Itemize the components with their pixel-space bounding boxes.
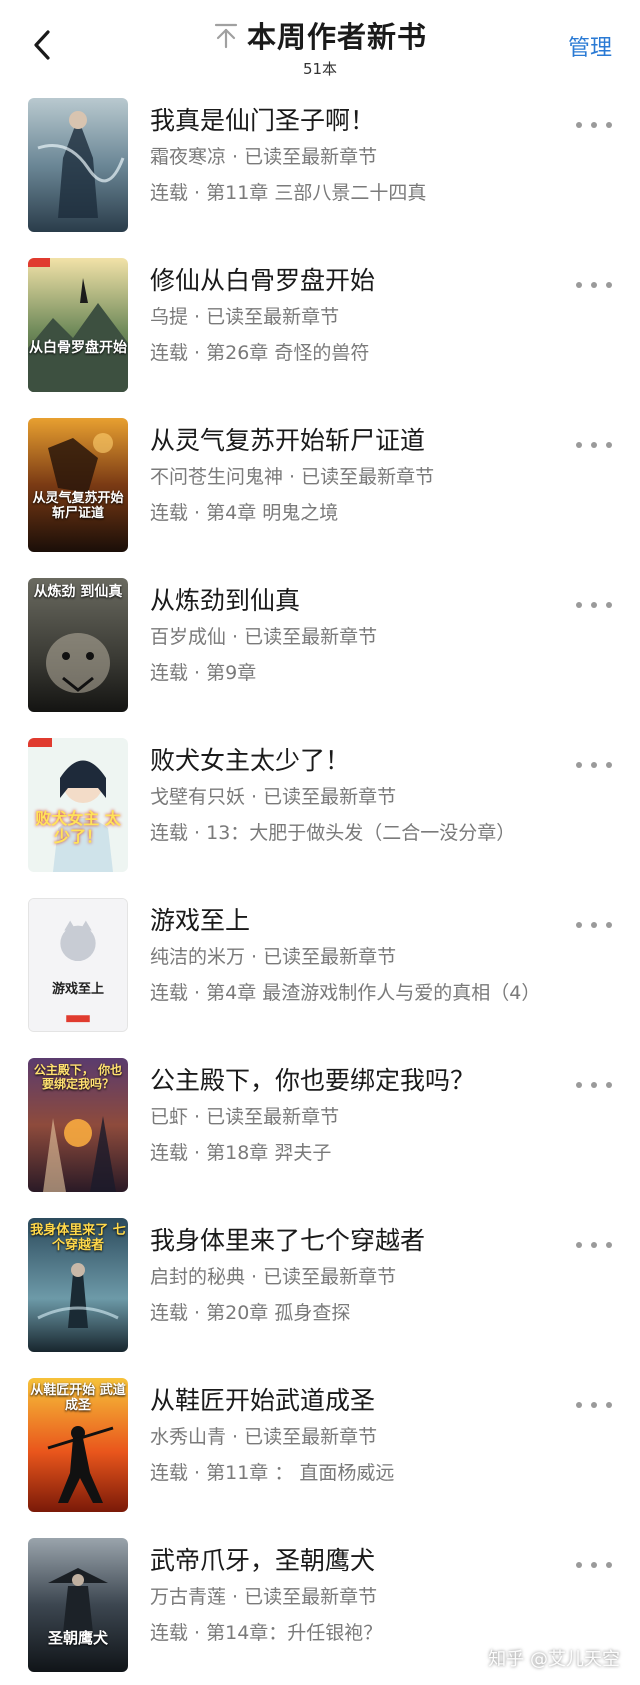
book-meta: 霜夜寒凉 · 已读至最新章节: [150, 146, 378, 168]
book-item[interactable]: 游戏至上 游戏至上 纯洁的米万 · 已读至最新章节 连载 · 第4章 最渣游戏制…: [0, 890, 640, 1050]
book-item[interactable]: 从白骨罗盘开始 修仙从白骨罗盘开始 乌提 · 已读至最新章节 连载 · 第26章…: [0, 250, 640, 410]
book-cover[interactable]: 游戏至上: [28, 898, 128, 1032]
title-block: 本周作者新书 51本: [0, 14, 640, 79]
cover-title: 败犬女主 太少了！: [35, 809, 121, 847]
book-list: 我真是仙门圣子啊！ 霜夜寒凉 · 已读至最新章节 连载 · 第11章 三部八景二…: [0, 90, 640, 1685]
book-cover[interactable]: [28, 98, 128, 232]
more-icon[interactable]: [576, 118, 612, 132]
book-chapter: 连载 · 第4章 最渣游戏制作人与爱的真相（4）: [150, 982, 541, 1004]
cover-title: 从白骨罗盘开始: [29, 340, 127, 356]
book-title: 从鞋匠开始武道成圣: [150, 1386, 376, 1415]
book-info: 从炼劲到仙真 百岁成仙 · 已读至最新章节 连载 · 第9章: [150, 584, 570, 686]
more-icon[interactable]: [576, 1238, 612, 1252]
book-meta: 乌提 · 已读至最新章节: [150, 306, 340, 328]
book-cover[interactable]: 从炼劲 到仙真: [28, 578, 128, 712]
cover-image: [28, 1538, 128, 1672]
book-info: 修仙从白骨罗盘开始 乌提 · 已读至最新章节 连载 · 第26章 奇怪的兽符: [150, 264, 570, 366]
book-meta: 万古青莲 · 已读至最新章节: [150, 1586, 378, 1608]
cover-image: [28, 258, 128, 392]
book-item[interactable]: 我真是仙门圣子啊！ 霜夜寒凉 · 已读至最新章节 连载 · 第11章 三部八景二…: [0, 90, 640, 250]
book-meta: 百岁成仙 · 已读至最新章节: [150, 626, 378, 648]
book-meta: 启封的秘典 · 已读至最新章节: [150, 1266, 397, 1288]
book-info: 公主殿下，你也要绑定我吗？ 已虾 · 已读至最新章节 连载 · 第18章 羿夫子: [150, 1064, 570, 1166]
book-meta: 已虾 · 已读至最新章节: [150, 1106, 340, 1128]
book-item[interactable]: 公主殿下， 你也要绑定我吗？ 公主殿下，你也要绑定我吗？ 已虾 · 已读至最新章…: [0, 1050, 640, 1210]
book-item[interactable]: 败犬女主 太少了！ 败犬女主太少了！ 戈壁有只妖 · 已读至最新章节 连载 · …: [0, 730, 640, 890]
book-count: 51本: [302, 60, 338, 78]
book-chapter: 连载 · 第20章 孤身查探: [150, 1302, 351, 1324]
book-item[interactable]: 从灵气复苏开始 斩尸证道 从灵气复苏开始斩尸证道 不问苍生问鬼神 · 已读至最新…: [0, 410, 640, 570]
book-cover[interactable]: 败犬女主 太少了！: [28, 738, 128, 872]
book-info: 我真是仙门圣子啊！ 霜夜寒凉 · 已读至最新章节 连载 · 第11章 三部八景二…: [150, 104, 570, 206]
cover-image: [28, 418, 128, 552]
book-chapter: 连载 · 第11章 ： 直面杨威远: [150, 1462, 395, 1484]
more-icon[interactable]: [576, 438, 612, 452]
book-title: 我身体里来了七个穿越者: [150, 1226, 426, 1255]
book-info: 从鞋匠开始武道成圣 水秀山青 · 已读至最新章节 连载 · 第11章 ： 直面杨…: [150, 1384, 570, 1486]
cover-title: 从炼劲 到仙真: [33, 584, 123, 600]
book-cover[interactable]: 我身体里来了 七个穿越者: [28, 1218, 128, 1352]
page-title: 本周作者新书: [246, 20, 427, 54]
book-chapter: 连载 · 第4章 明鬼之境: [150, 502, 339, 524]
cover-title: 圣朝鹰犬: [47, 1629, 108, 1647]
book-info: 游戏至上 纯洁的米万 · 已读至最新章节 连载 · 第4章 最渣游戏制作人与爱的…: [150, 904, 570, 1006]
book-info: 败犬女主太少了！ 戈壁有只妖 · 已读至最新章节 连载 · 13：大肥于做头发（…: [150, 744, 570, 846]
book-chapter: 连载 · 第11章 三部八景二十四真: [150, 182, 427, 204]
more-icon[interactable]: [576, 278, 612, 292]
cover-title: 从鞋匠开始 武道成圣: [30, 1383, 126, 1413]
book-item[interactable]: 我身体里来了 七个穿越者 我身体里来了七个穿越者 启封的秘典 · 已读至最新章节…: [0, 1210, 640, 1370]
watermark: 知乎 @艾儿天空: [488, 1649, 620, 1670]
book-cover[interactable]: 圣朝鹰犬: [28, 1538, 128, 1672]
more-icon[interactable]: [576, 1558, 612, 1572]
manage-button[interactable]: 管理: [568, 30, 612, 62]
book-info: 从灵气复苏开始斩尸证道 不问苍生问鬼神 · 已读至最新章节 连载 · 第4章 明…: [150, 424, 570, 526]
cover-title: 公主殿下， 你也要绑定我吗？: [33, 1063, 123, 1091]
cover-image: [29, 899, 127, 1031]
book-title: 败犬女主太少了！: [150, 746, 351, 775]
book-title: 游戏至上: [150, 906, 251, 935]
book-chapter: 连载 · 第18章 羿夫子: [150, 1142, 332, 1164]
cover-title: 我身体里来了 七个穿越者: [30, 1223, 126, 1253]
more-icon[interactable]: [576, 598, 612, 612]
pin-to-top-icon[interactable]: [213, 21, 239, 49]
cover-image: [28, 738, 128, 872]
book-item[interactable]: 从鞋匠开始 武道成圣 从鞋匠开始武道成圣 水秀山青 · 已读至最新章节 连载 ·…: [0, 1370, 640, 1530]
book-chapter: 连载 · 第26章 奇怪的兽符: [150, 342, 370, 364]
book-cover[interactable]: 从鞋匠开始 武道成圣: [28, 1378, 128, 1512]
book-meta: 不问苍生问鬼神 · 已读至最新章节: [150, 466, 435, 488]
book-title: 公主殿下，你也要绑定我吗？: [150, 1066, 476, 1095]
cover-title: 从灵气复苏开始 斩尸证道: [32, 491, 124, 521]
more-icon[interactable]: [576, 1398, 612, 1412]
book-item[interactable]: 从炼劲 到仙真 从炼劲到仙真 百岁成仙 · 已读至最新章节 连载 · 第9章: [0, 570, 640, 730]
top-bar: 本周作者新书 51本 管理: [0, 0, 640, 90]
more-icon[interactable]: [576, 918, 612, 932]
book-cover[interactable]: 从灵气复苏开始 斩尸证道: [28, 418, 128, 552]
more-icon[interactable]: [576, 758, 612, 772]
cover-image: [28, 98, 128, 232]
book-cover[interactable]: 公主殿下， 你也要绑定我吗？: [28, 1058, 128, 1192]
book-chapter: 连载 · 第9章: [150, 662, 257, 684]
book-title: 从灵气复苏开始斩尸证道: [150, 426, 426, 455]
cover-title: 游戏至上: [51, 982, 104, 997]
book-meta: 水秀山青 · 已读至最新章节: [150, 1426, 378, 1448]
book-title: 我真是仙门圣子啊！: [150, 106, 376, 135]
book-info: 我身体里来了七个穿越者 启封的秘典 · 已读至最新章节 连载 · 第20章 孤身…: [150, 1224, 570, 1326]
book-chapter: 连载 · 第14章：升任银袍？: [150, 1622, 383, 1644]
book-title: 修仙从白骨罗盘开始: [150, 266, 376, 295]
more-icon[interactable]: [576, 1078, 612, 1092]
book-chapter: 连载 · 13：大肥于做头发（二合一没分章）: [150, 822, 516, 844]
book-title: 武帝爪牙，圣朝鹰犬: [150, 1546, 376, 1575]
book-title: 从炼劲到仙真: [150, 586, 301, 615]
book-info: 武帝爪牙，圣朝鹰犬 万古青莲 · 已读至最新章节 连载 · 第14章：升任银袍？: [150, 1544, 570, 1646]
book-meta: 纯洁的米万 · 已读至最新章节: [150, 946, 397, 968]
book-meta: 戈壁有只妖 · 已读至最新章节: [150, 786, 397, 808]
book-cover[interactable]: 从白骨罗盘开始: [28, 258, 128, 392]
